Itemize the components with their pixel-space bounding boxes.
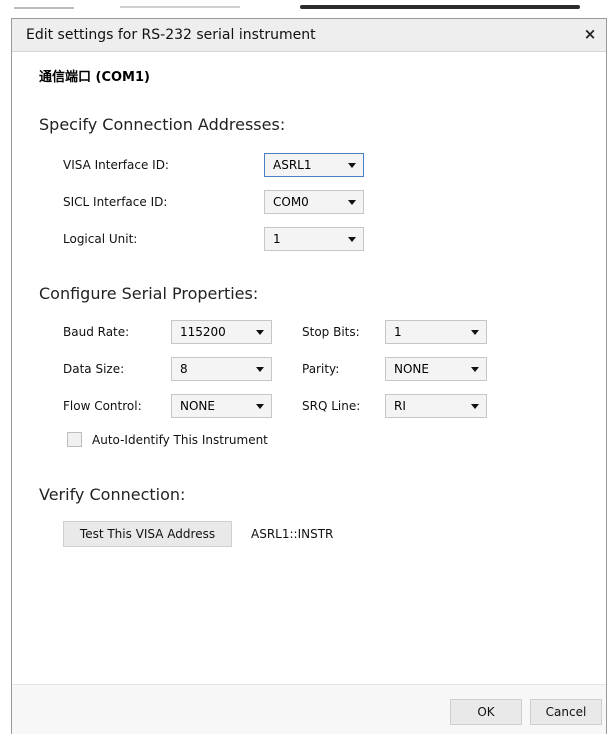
dialog-title: Edit settings for RS-232 serial instrume… <box>26 27 316 43</box>
auto-identify-label: Auto-Identify This Instrument <box>92 433 268 447</box>
sicl-interface-label: SICL Interface ID: <box>63 195 168 209</box>
flow-control-dropdown[interactable]: NONE <box>171 394 272 418</box>
chevron-down-icon <box>256 404 264 409</box>
sicl-interface-value: COM0 <box>273 195 309 209</box>
chevron-down-icon <box>471 404 479 409</box>
background-bar <box>120 6 240 8</box>
srq-line-value: RI <box>394 399 406 413</box>
auto-identify-checkbox[interactable] <box>67 432 82 447</box>
chevron-down-icon <box>348 163 356 168</box>
dialog-titlebar: Edit settings for RS-232 serial instrume… <box>12 19 606 52</box>
port-heading: 通信端口 (COM1) <box>39 70 150 85</box>
srq-line-dropdown[interactable]: RI <box>385 394 487 418</box>
logical-unit-dropdown[interactable]: 1 <box>264 227 364 251</box>
flow-control-value: NONE <box>180 399 215 413</box>
baud-rate-value: 115200 <box>180 325 226 339</box>
stop-bits-value: 1 <box>394 325 402 339</box>
verify-section-title: Verify Connection: <box>39 485 186 504</box>
data-size-value: 8 <box>180 362 188 376</box>
chevron-down-icon <box>471 367 479 372</box>
baud-rate-dropdown[interactable]: 115200 <box>171 320 272 344</box>
chevron-down-icon <box>471 330 479 335</box>
srq-line-label: SRQ Line: <box>302 399 361 413</box>
visa-interface-dropdown[interactable]: ASRL1 <box>264 153 364 177</box>
serial-section-title: Configure Serial Properties: <box>39 284 259 303</box>
logical-unit-label: Logical Unit: <box>63 232 138 246</box>
background-bar <box>14 7 74 9</box>
flow-control-label: Flow Control: <box>63 399 142 413</box>
connection-section-title: Specify Connection Addresses: <box>39 115 286 134</box>
baud-rate-label: Baud Rate: <box>63 325 130 339</box>
dialog-footer: OK Cancel <box>12 684 606 734</box>
close-icon[interactable]: × <box>582 26 598 42</box>
parity-value: NONE <box>394 362 429 376</box>
visa-interface-value: ASRL1 <box>273 158 312 172</box>
data-size-label: Data Size: <box>63 362 125 376</box>
visa-interface-label: VISA Interface ID: <box>63 158 169 172</box>
chevron-down-icon <box>256 367 264 372</box>
stop-bits-dropdown[interactable]: 1 <box>385 320 487 344</box>
background-window-edge <box>0 0 609 18</box>
ok-button[interactable]: OK <box>450 699 522 725</box>
logical-unit-value: 1 <box>273 232 281 246</box>
parity-dropdown[interactable]: NONE <box>385 357 487 381</box>
test-visa-address-button[interactable]: Test This VISA Address <box>63 521 232 547</box>
chevron-down-icon <box>256 330 264 335</box>
parity-label: Parity: <box>302 362 340 376</box>
stop-bits-label: Stop Bits: <box>302 325 360 339</box>
sicl-interface-dropdown[interactable]: COM0 <box>264 190 364 214</box>
visa-address-value: ASRL1::INSTR <box>251 527 334 541</box>
cancel-button[interactable]: Cancel <box>530 699 602 725</box>
data-size-dropdown[interactable]: 8 <box>171 357 272 381</box>
background-bar <box>300 5 580 9</box>
chevron-down-icon <box>348 237 356 242</box>
chevron-down-icon <box>348 200 356 205</box>
edit-settings-dialog: Edit settings for RS-232 serial instrume… <box>11 18 607 734</box>
